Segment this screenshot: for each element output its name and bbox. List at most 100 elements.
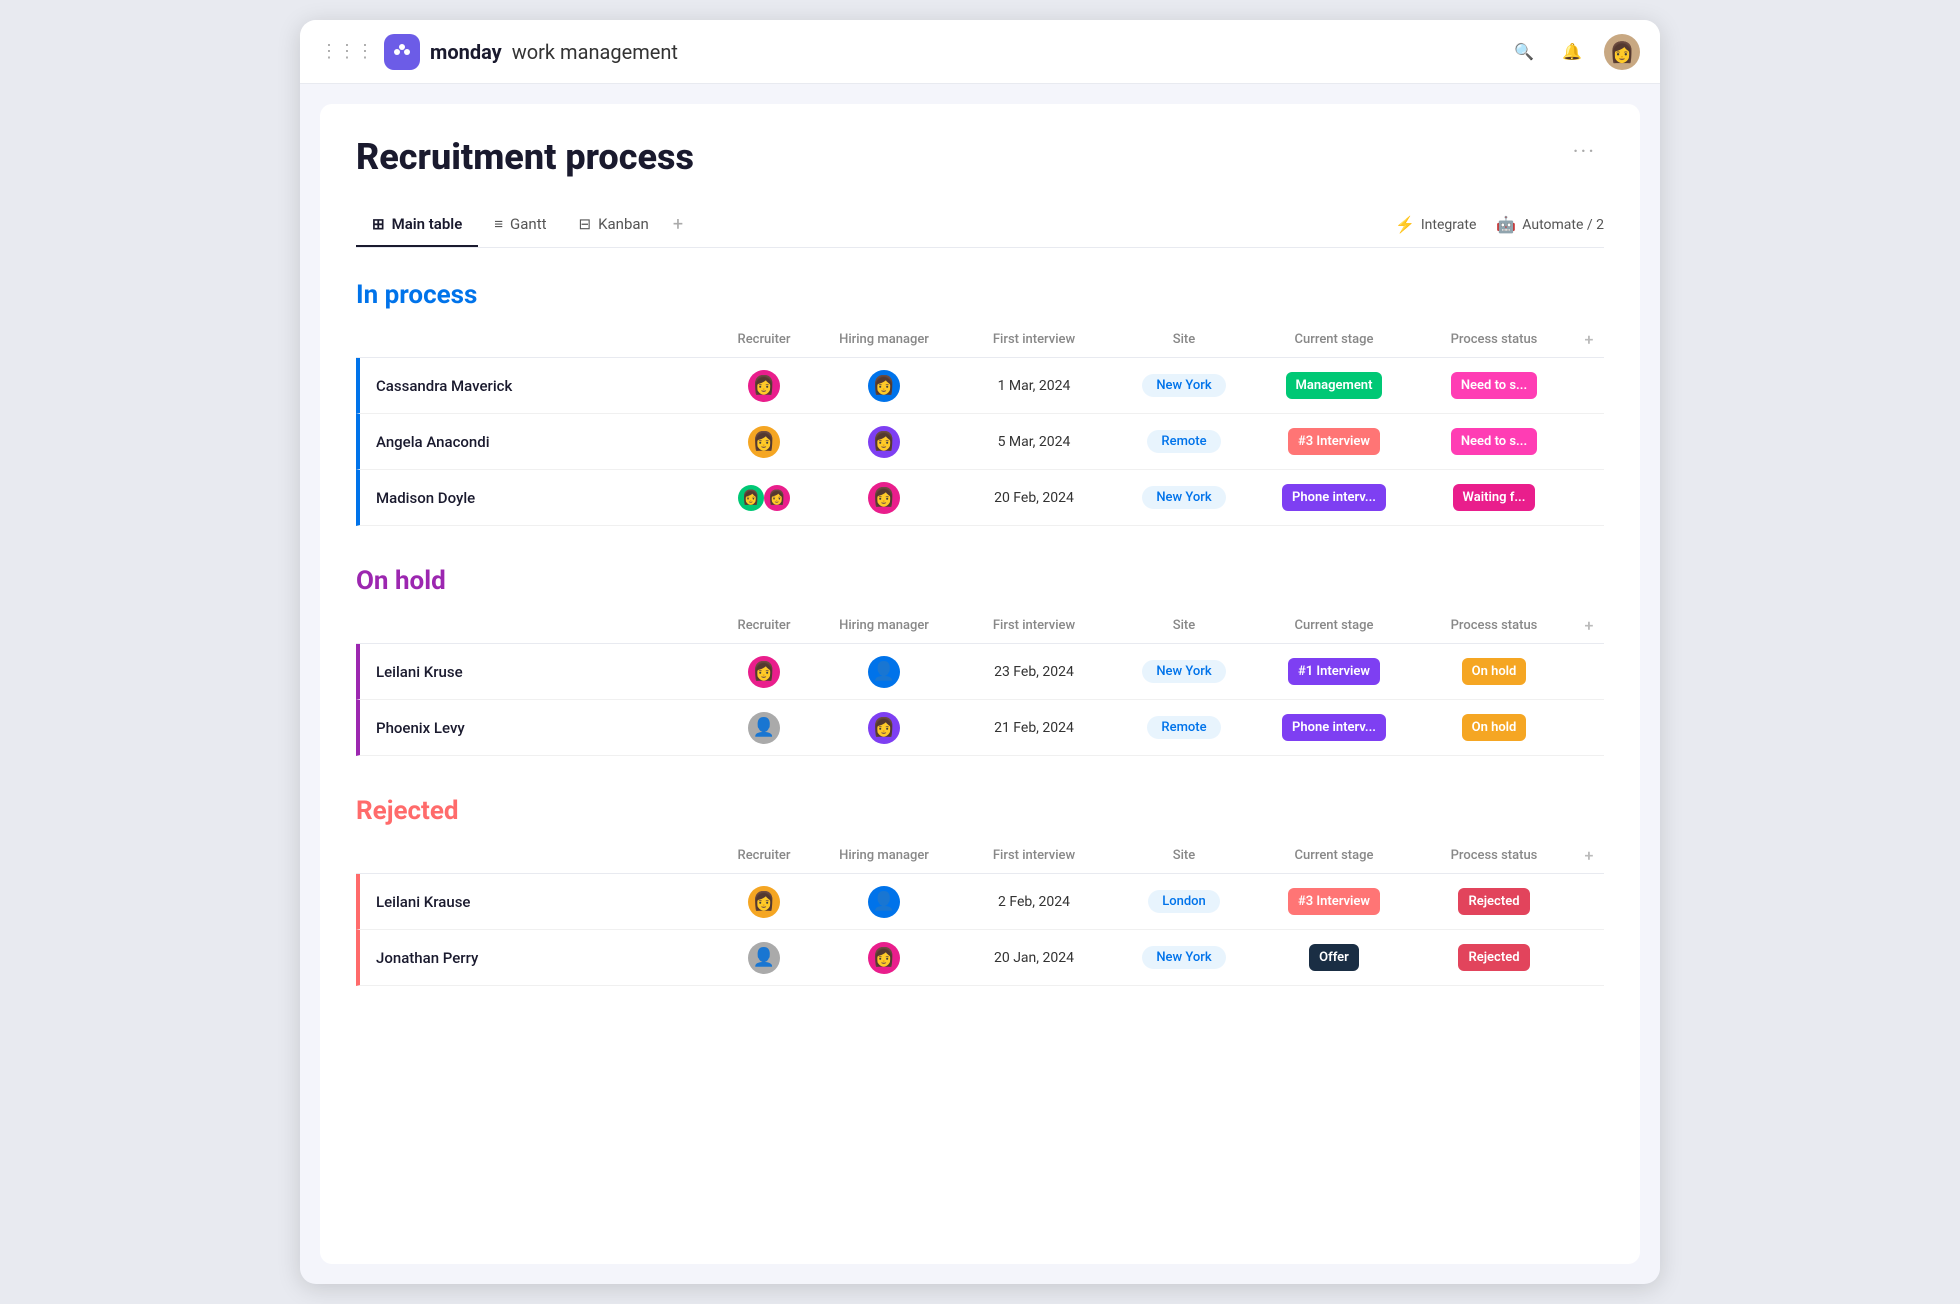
hiring-cell: 👩	[814, 478, 954, 518]
recruiter-cell: 👤	[714, 708, 814, 748]
date-cell: 5 Mar, 2024	[954, 430, 1114, 454]
integrate-icon: ⚡	[1395, 215, 1415, 234]
recruiter-avatar: 👩	[748, 370, 780, 402]
row-add	[1574, 494, 1604, 502]
hiring-avatar: 👩	[868, 712, 900, 744]
tab-kanban[interactable]: ⊟ Kanban	[563, 203, 665, 247]
recruiter-cell: 👩	[714, 882, 814, 922]
status-cell: Need to s...	[1414, 368, 1574, 403]
recruiter-cell: 👩	[714, 422, 814, 462]
header-icons: 🔍 🔔 👩	[1508, 34, 1640, 70]
status-badge: Need to s...	[1451, 428, 1537, 455]
recruiter-avatar-2: 👩	[764, 485, 790, 511]
recruiter-cell: 👩	[714, 652, 814, 692]
col-hiring: Hiring manager	[814, 332, 954, 347]
search-icon[interactable]: 🔍	[1508, 36, 1540, 68]
user-avatar[interactable]: 👩	[1604, 34, 1640, 70]
hiring-cell: 👩	[814, 708, 954, 748]
hiring-cell: 👩	[814, 366, 954, 406]
recruiter-avatar: 👩	[748, 886, 780, 918]
hiring-avatar: 👤	[868, 886, 900, 918]
recruiter-avatar: 👤	[748, 712, 780, 744]
status-badge: On hold	[1462, 658, 1527, 685]
site-cell: London	[1114, 886, 1254, 917]
stage-cell: Offer	[1254, 940, 1414, 975]
table-row: Leilani Krause 👩 👤 2 Feb, 2024 London #3…	[356, 874, 1604, 930]
add-column-button-1[interactable]: +	[1574, 330, 1604, 349]
hiring-avatar: 👩	[868, 942, 900, 974]
status-cell: Waiting f...	[1414, 480, 1574, 515]
stage-cell: Phone interv...	[1254, 480, 1414, 515]
logo-box	[384, 34, 420, 70]
status-cell: On hold	[1414, 710, 1574, 745]
date-cell: 21 Feb, 2024	[954, 716, 1114, 740]
integrate-label: Integrate	[1421, 217, 1477, 233]
tabs-bar: ⊞ Main table ≡ Gantt ⊟ Kanban + ⚡ Integr…	[356, 202, 1604, 248]
group-on-hold-header: On hold	[356, 566, 1604, 596]
recruiter-avatar-group: 👩 👩	[738, 485, 790, 511]
kanban-icon: ⊟	[579, 215, 592, 233]
page-title: Recruitment process	[356, 136, 694, 178]
stage-badge: Phone interv...	[1282, 484, 1386, 511]
hiring-cell: 👩	[814, 422, 954, 462]
candidate-name: Leilani Krause	[360, 889, 714, 915]
recruiter-avatar-1: 👩	[738, 485, 764, 511]
table-row: Cassandra Maverick 👩 👩 1 Mar, 2024 New Y…	[356, 358, 1604, 414]
col-recruiter: Recruiter	[714, 618, 814, 633]
stage-badge: Offer	[1309, 944, 1359, 971]
col-site: Site	[1114, 332, 1254, 347]
add-column-button-2[interactable]: +	[1574, 616, 1604, 635]
grid-icon[interactable]: ⋮⋮⋮	[320, 41, 374, 62]
stage-cell: #3 Interview	[1254, 424, 1414, 459]
candidate-name: Madison Doyle	[360, 485, 714, 511]
recruiter-avatar: 👩	[748, 656, 780, 688]
tab-main-table[interactable]: ⊞ Main table	[356, 203, 478, 247]
header: ⋮⋮⋮ monday work management 🔍 🔔 👩	[300, 20, 1660, 84]
hiring-avatar: 👤	[868, 656, 900, 688]
tab-gantt[interactable]: ≡ Gantt	[478, 203, 562, 247]
integrate-button[interactable]: ⚡ Integrate	[1395, 215, 1476, 234]
table-row: Leilani Kruse 👩 👤 23 Feb, 2024 New York …	[356, 644, 1604, 700]
automate-icon: 🤖	[1496, 215, 1516, 234]
date-cell: 20 Jan, 2024	[954, 946, 1114, 970]
gantt-icon: ≡	[494, 215, 503, 233]
row-add	[1574, 724, 1604, 732]
candidate-name: Cassandra Maverick	[360, 373, 714, 399]
table-row: Angela Anacondi 👩 👩 5 Mar, 2024 Remote #…	[356, 414, 1604, 470]
tab-add-button[interactable]: +	[665, 202, 691, 247]
tab-main-table-label: Main table	[392, 215, 463, 233]
status-badge: On hold	[1462, 714, 1527, 741]
site-badge: New York	[1142, 946, 1225, 969]
automate-button[interactable]: 🤖 Automate / 2	[1496, 215, 1604, 234]
group-in-process-title: In process	[356, 280, 477, 310]
status-cell: On hold	[1414, 654, 1574, 689]
site-cell: New York	[1114, 482, 1254, 513]
col-interview: First interview	[954, 332, 1114, 347]
add-column-button-3[interactable]: +	[1574, 846, 1604, 865]
stage-badge: Phone interv...	[1282, 714, 1386, 741]
date-cell: 20 Feb, 2024	[954, 486, 1114, 510]
col-site: Site	[1114, 618, 1254, 633]
site-cell: New York	[1114, 370, 1254, 401]
stage-badge: Management	[1286, 372, 1383, 399]
on-hold-table: Recruiter Hiring manager First interview…	[356, 608, 1604, 756]
more-options-button[interactable]: ···	[1565, 136, 1604, 169]
site-cell: Remote	[1114, 426, 1254, 457]
in-process-table: Recruiter Hiring manager First interview…	[356, 322, 1604, 526]
hiring-cell: 👤	[814, 882, 954, 922]
hiring-avatar: 👩	[868, 370, 900, 402]
site-badge: New York	[1142, 660, 1225, 683]
row-add	[1574, 438, 1604, 446]
row-add	[1574, 668, 1604, 676]
table-row: Phoenix Levy 👤 👩 21 Feb, 2024 Remote Pho…	[356, 700, 1604, 756]
site-badge: Remote	[1147, 716, 1220, 739]
row-add	[1574, 954, 1604, 962]
hiring-cell: 👩	[814, 938, 954, 978]
notification-icon[interactable]: 🔔	[1556, 36, 1588, 68]
tab-kanban-label: Kanban	[598, 215, 649, 233]
rejected-table: Recruiter Hiring manager First interview…	[356, 838, 1604, 986]
group-on-hold: On hold Recruiter Hiring manager First i…	[356, 566, 1604, 756]
status-cell: Need to s...	[1414, 424, 1574, 459]
site-badge: New York	[1142, 374, 1225, 397]
site-badge: Remote	[1147, 430, 1220, 453]
